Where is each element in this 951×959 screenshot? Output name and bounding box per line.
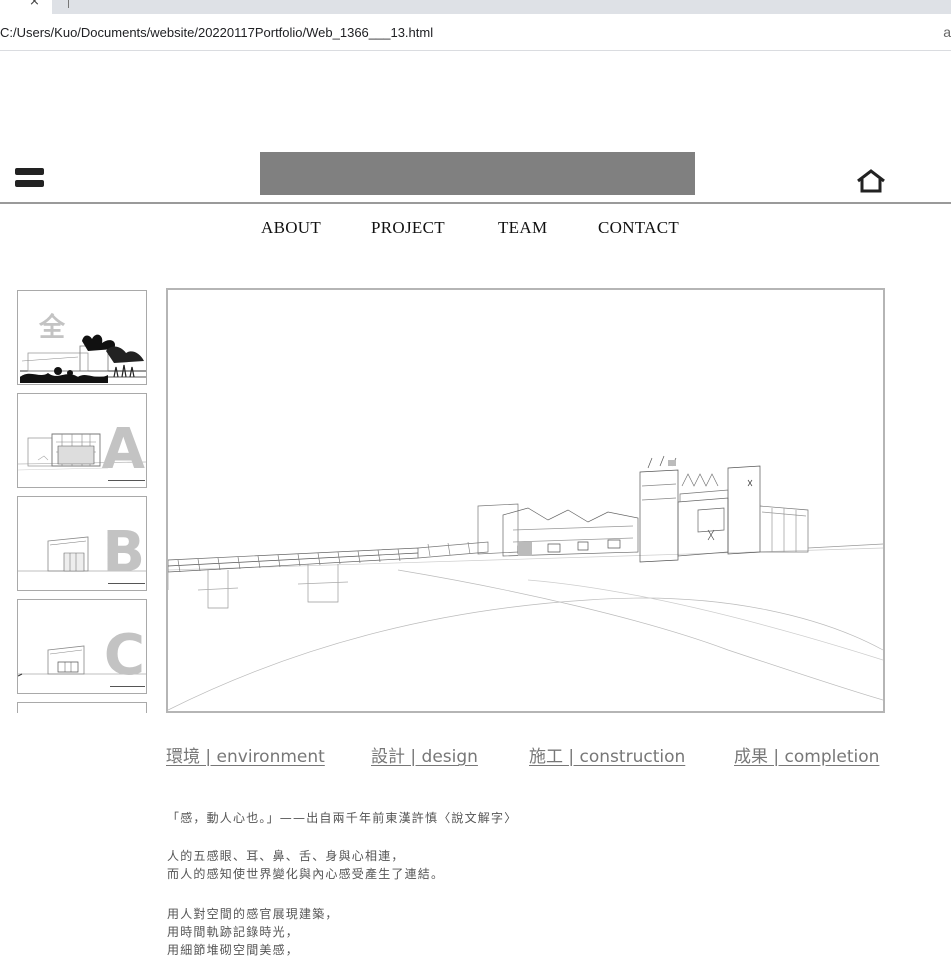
- thumbnail-b-label: B: [102, 520, 145, 585]
- section-link-environment[interactable]: 環境 | environment: [166, 742, 325, 767]
- tab-separator: [68, 0, 69, 8]
- nav-project[interactable]: PROJECT: [371, 218, 445, 238]
- nav-contact[interactable]: CONTACT: [598, 218, 679, 238]
- thumbnail-overview[interactable]: 全: [17, 290, 147, 385]
- thumbnail-a-label: A: [101, 417, 146, 482]
- browser-tab-strip: ×: [0, 0, 951, 14]
- hamburger-menu-icon[interactable]: [15, 168, 44, 188]
- thumbnail-overview-label: 全: [39, 313, 66, 343]
- paragraph-2-line-1: 用人對空間的感官展現建築，: [167, 907, 339, 921]
- paragraph-2-line-3: 用細節堆砌空間美感，: [167, 943, 300, 957]
- paragraph-1-line-1: 人的五感眼、耳、鼻、舌、身與心相連，: [167, 849, 405, 863]
- browser-tab[interactable]: ×: [0, 0, 52, 14]
- architecture-line-drawing: [168, 455, 883, 711]
- section-link-construction[interactable]: 施工 | construction: [529, 742, 685, 767]
- address-bar-truncated-text: a: [943, 24, 951, 40]
- nav-about[interactable]: ABOUT: [261, 218, 321, 238]
- nav-team[interactable]: TEAM: [498, 218, 547, 238]
- paragraph-2-line-2: 用時間軌跡記錄時光，: [167, 925, 300, 939]
- section-link-completion[interactable]: 成果 | completion: [734, 742, 879, 767]
- quote-text: 「感，動人心也。」——出自兩千年前東漢許慎〈說文解字〉: [167, 811, 518, 825]
- thumbnail-d-partial[interactable]: [17, 702, 147, 713]
- thumbnail-a[interactable]: A: [17, 393, 147, 488]
- address-bar[interactable]: C:/Users/Kuo/Documents/website/20220117P…: [0, 14, 951, 51]
- section-link-design[interactable]: 設計 | design: [371, 742, 478, 767]
- main-architecture-sketch: [166, 288, 885, 713]
- thumbnail-c-label: C: [103, 623, 146, 688]
- header-divider: [0, 202, 951, 204]
- logo-banner: [260, 152, 695, 195]
- thumbnail-b[interactable]: B: [17, 496, 147, 591]
- thumbnail-c[interactable]: C: [17, 599, 147, 694]
- home-icon[interactable]: [856, 169, 886, 193]
- address-url[interactable]: C:/Users/Kuo/Documents/website/20220117P…: [0, 25, 433, 40]
- overview-sketch-image: [20, 334, 146, 383]
- paragraph-1-line-2: 而人的感知使世界變化與內心感受產生了連結。: [167, 867, 445, 881]
- close-tab-icon[interactable]: ×: [29, 0, 40, 9]
